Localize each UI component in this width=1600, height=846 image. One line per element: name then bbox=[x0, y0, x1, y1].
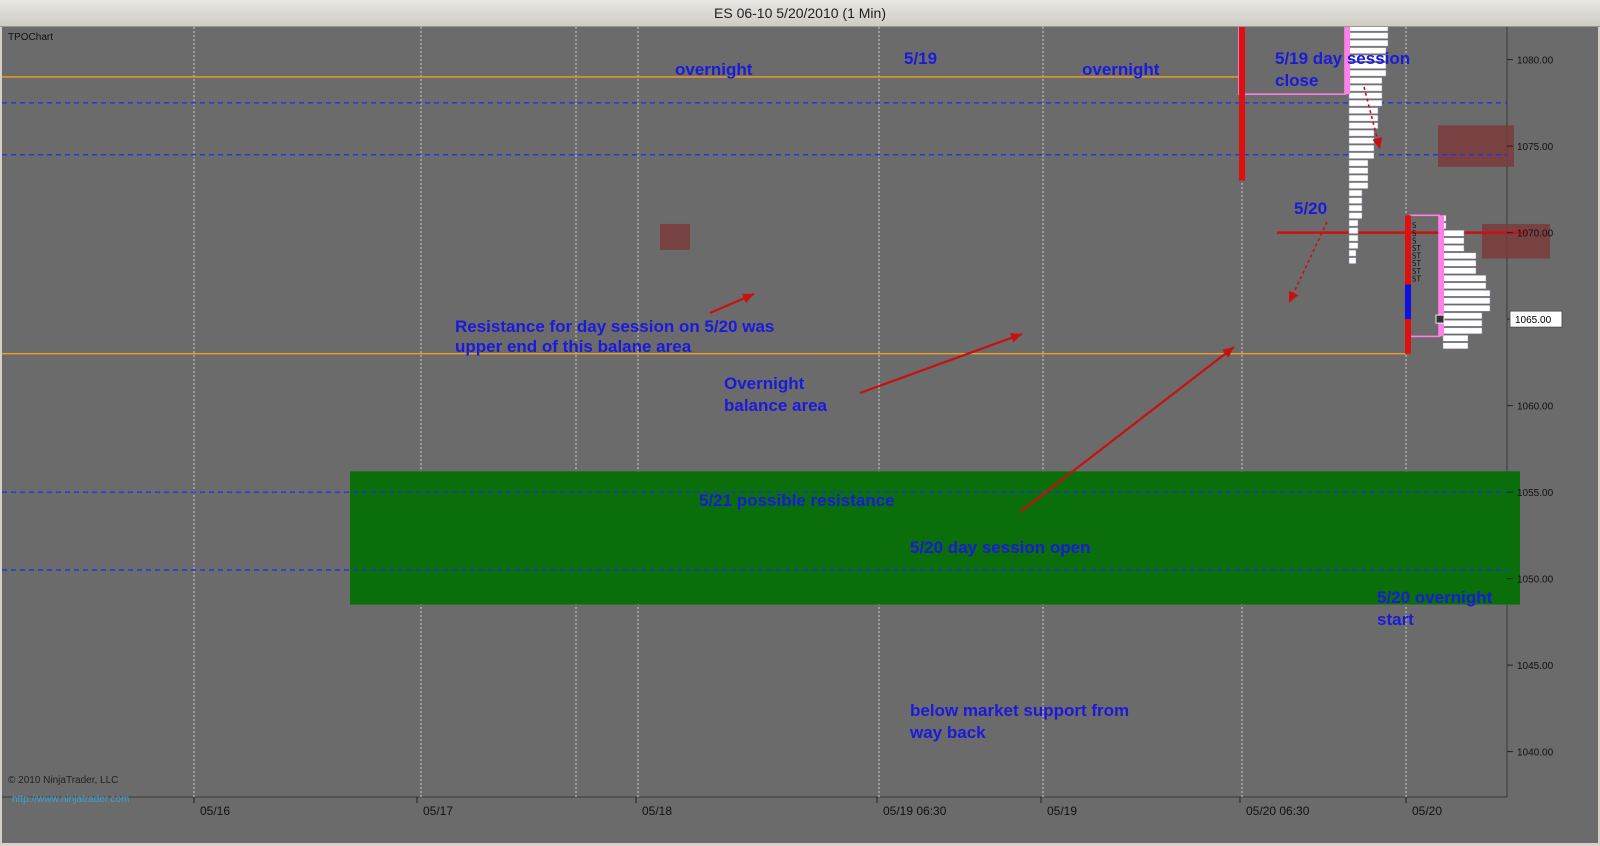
profile-bar bbox=[1442, 252, 1477, 260]
profile-bar bbox=[1442, 237, 1465, 245]
x-tick-label: 05/16 bbox=[200, 804, 230, 818]
profile-bar bbox=[1348, 99, 1383, 107]
chart-annotation: balance area bbox=[724, 396, 828, 415]
x-tick-label: 05/18 bbox=[642, 804, 672, 818]
chart-annotation: start bbox=[1377, 610, 1414, 629]
application-window: ES 06-10 5/20/2010 (1 Min) defghijklmDEF… bbox=[0, 0, 1600, 846]
x-tick-label: 05/20 06:30 bbox=[1246, 804, 1310, 818]
profile-bar bbox=[1348, 27, 1389, 32]
resistance-box[interactable] bbox=[1438, 125, 1514, 167]
profile-bar bbox=[1442, 342, 1469, 350]
watermark: © 2010 NinjaTrader, LLC bbox=[8, 775, 118, 786]
chart-annotation: upper end of this balane area bbox=[455, 337, 692, 356]
tpo-letter-row: ST bbox=[1412, 274, 1422, 283]
y-tick-label: 1050.00 bbox=[1517, 575, 1554, 586]
indicator-label: TPOChart bbox=[8, 32, 53, 43]
window-title: ES 06-10 5/20/2010 (1 Min) bbox=[714, 5, 886, 21]
profile-bar bbox=[1348, 32, 1389, 39]
time-axis-background bbox=[2, 797, 1598, 843]
chart-annotation: overnight bbox=[675, 60, 753, 79]
chart-annotation: 5/20 day session open bbox=[910, 538, 1090, 557]
poc-marker[interactable] bbox=[1435, 314, 1445, 324]
profile-bar bbox=[1442, 320, 1483, 327]
chart-annotation: 5/19 bbox=[904, 49, 937, 68]
current-price-label: 1065.00 bbox=[1515, 315, 1552, 326]
profile-bar bbox=[1442, 290, 1491, 297]
x-tick-label: 05/19 bbox=[1047, 804, 1077, 818]
profile-bar bbox=[1442, 275, 1487, 282]
profile-bar bbox=[1442, 230, 1465, 237]
profile-bar bbox=[1348, 107, 1379, 114]
profile-bar bbox=[1442, 267, 1477, 275]
chart-annotation: 5/20 bbox=[1294, 199, 1327, 218]
profile-bar bbox=[1348, 174, 1369, 182]
chart-annotation: way back bbox=[909, 723, 986, 742]
chart-annotation: overnight bbox=[1082, 60, 1160, 79]
profile-bar bbox=[1442, 312, 1483, 320]
y-tick-label: 1055.00 bbox=[1517, 488, 1554, 499]
y-tick-label: 1075.00 bbox=[1517, 142, 1554, 153]
profile-bar bbox=[1348, 144, 1375, 152]
chart-annotation: 5/21 possible resistance bbox=[699, 491, 895, 510]
profile-bar bbox=[1348, 137, 1375, 144]
chart-annotation: 5/19 day session bbox=[1275, 49, 1410, 68]
chart-annotation: Resistance for day session on 5/20 was bbox=[455, 317, 774, 336]
profile-bar bbox=[1442, 245, 1465, 252]
profile-bar bbox=[1442, 305, 1491, 312]
y-tick-label: 1060.00 bbox=[1517, 402, 1554, 413]
tpo-chart-panel[interactable]: defghijklmDEFHIJKLdefghijklmDEFHIJKLdefg… bbox=[2, 27, 1598, 843]
profile-bar bbox=[1348, 197, 1363, 204]
profile-bar bbox=[1348, 227, 1359, 234]
profile-bar bbox=[1348, 219, 1359, 227]
chart-annotation: Overnight bbox=[724, 374, 805, 393]
x-tick-label: 05/17 bbox=[423, 804, 453, 818]
profile-bar bbox=[1348, 84, 1383, 92]
profile-bar bbox=[1348, 212, 1363, 219]
profile-bar bbox=[1348, 257, 1357, 264]
session-range-bar[interactable] bbox=[1239, 27, 1245, 181]
y-tick-label: 1040.00 bbox=[1517, 748, 1554, 759]
y-tick-label: 1080.00 bbox=[1517, 56, 1554, 67]
profile-bar bbox=[1348, 182, 1369, 189]
profile-bar bbox=[1442, 335, 1469, 342]
profile-bar bbox=[1348, 234, 1359, 242]
profile-bar bbox=[1348, 69, 1387, 77]
chart-annotation: 5/20 overnight bbox=[1377, 588, 1493, 607]
profile-bar bbox=[1348, 167, 1369, 174]
profile-bar bbox=[1442, 282, 1487, 290]
profile-bar bbox=[1442, 260, 1477, 267]
profile-bar bbox=[1348, 39, 1389, 47]
profile-bar bbox=[1348, 249, 1357, 257]
chart-annotation: below market support from bbox=[910, 701, 1129, 720]
resistance-box[interactable] bbox=[660, 223, 690, 250]
profile-bar bbox=[1442, 297, 1491, 305]
profile-bar bbox=[1348, 77, 1383, 84]
x-tick-label: 05/20 bbox=[1412, 804, 1442, 818]
watermark-url[interactable]: http://www.ninjatrader.com bbox=[12, 794, 129, 805]
profile-bar bbox=[1348, 159, 1369, 167]
window-title-bar[interactable]: ES 06-10 5/20/2010 (1 Min) bbox=[0, 0, 1600, 27]
profile-bar bbox=[1348, 204, 1363, 212]
y-tick-label: 1070.00 bbox=[1517, 229, 1554, 240]
tpo-chart[interactable]: defghijklmDEFHIJKLdefghijklmDEFHIJKLdefg… bbox=[2, 27, 1598, 843]
profile-bar bbox=[1348, 189, 1363, 197]
initial-balance-bar[interactable] bbox=[1405, 284, 1411, 320]
profile-bar bbox=[1348, 129, 1375, 137]
profile-bar bbox=[1348, 242, 1359, 249]
x-tick-label: 05/19 06:30 bbox=[883, 804, 947, 818]
profile-bar bbox=[1348, 114, 1379, 122]
profile-bar bbox=[1442, 327, 1483, 335]
chart-annotation: close bbox=[1275, 71, 1318, 90]
y-tick-label: 1045.00 bbox=[1517, 661, 1554, 672]
profile-bar bbox=[1348, 152, 1375, 159]
